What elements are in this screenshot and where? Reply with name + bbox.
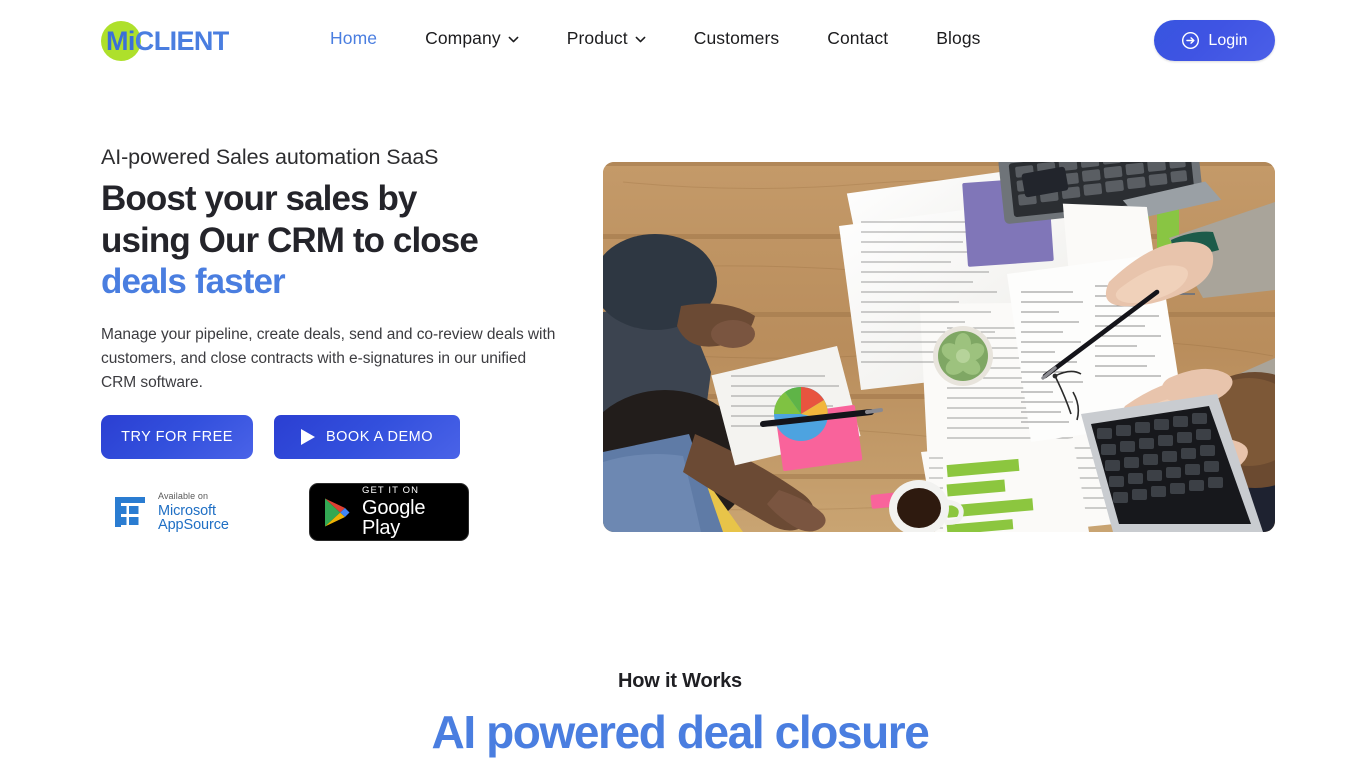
chevron-down-icon xyxy=(635,34,646,45)
book-a-demo-label: BOOK A DEMO xyxy=(325,429,434,445)
nav-label-home: Home xyxy=(330,28,378,48)
hero-copy: AI-powered Sales automation SaaS Boost y… xyxy=(101,142,571,395)
hero-image xyxy=(603,162,1275,532)
google-play-badge[interactable]: GET IT ON Google Play xyxy=(309,483,469,541)
google-play-badge-name: Google Play xyxy=(362,496,426,539)
logo[interactable]: MiCLIENT xyxy=(101,20,229,62)
nav-label-company: Company xyxy=(425,28,501,48)
nav-label-customers: Customers xyxy=(693,28,780,48)
nav-item-company[interactable]: Company xyxy=(425,24,519,53)
main-navigation: Home Company Product Customers Contact B… xyxy=(330,24,981,53)
login-button[interactable]: Login xyxy=(1154,20,1275,61)
google-play-badge-text: GET IT ON Google Play xyxy=(362,486,455,538)
google-play-badge-small: GET IT ON xyxy=(362,485,420,497)
google-play-icon xyxy=(323,497,351,528)
hero-subtext: Manage your pipeline, create deals, send… xyxy=(101,325,556,391)
microsoft-badge-name: Microsoft AppSource xyxy=(158,502,229,533)
nav-label-contact: Contact xyxy=(827,28,889,48)
nav-item-blogs[interactable]: Blogs xyxy=(936,24,980,53)
hero-headline-line1: Boost your sales by xyxy=(101,179,417,218)
hero-headline: Boost your sales by using Our CRM to clo… xyxy=(101,178,571,303)
nav-label-blogs: Blogs xyxy=(936,28,981,48)
chevron-down-icon xyxy=(508,34,519,45)
nav-item-customers[interactable]: Customers xyxy=(694,24,780,53)
site-header: MiCLIENT Home Company Product Customers … xyxy=(0,0,1360,80)
nav-item-contact[interactable]: Contact xyxy=(827,24,888,53)
hero-headline-accent: deals faster xyxy=(101,262,286,301)
login-button-label: Login xyxy=(1208,31,1248,49)
microsoft-badge-text: Available on Microsoft AppSource xyxy=(158,490,273,533)
how-it-works-section: How it Works AI powered deal closure xyxy=(0,665,1360,760)
logo-text: MiCLIENT xyxy=(101,20,229,62)
hero-cta-row: TRY FOR FREE BOOK A DEMO xyxy=(101,415,460,459)
how-it-works-label: How it Works xyxy=(618,670,742,692)
app-store-badges: Available on Microsoft AppSource GET IT … xyxy=(101,483,469,541)
nav-label-product: Product xyxy=(566,28,628,48)
how-it-works-title: AI powered deal closure xyxy=(431,706,930,758)
nav-item-home[interactable]: Home xyxy=(330,24,377,53)
book-a-demo-button[interactable]: BOOK A DEMO xyxy=(274,415,460,459)
logo-text-client: CLIENT xyxy=(134,26,230,56)
microsoft-badge-small: Available on xyxy=(158,490,209,501)
try-for-free-label: TRY FOR FREE xyxy=(121,429,233,445)
nav-item-product[interactable]: Product xyxy=(567,24,646,53)
logo-text-mi: Mi xyxy=(106,26,135,56)
try-for-free-button[interactable]: TRY FOR FREE xyxy=(101,415,253,459)
microsoft-grid-icon xyxy=(113,495,147,529)
microsoft-appsource-badge[interactable]: Available on Microsoft AppSource xyxy=(101,486,285,538)
hero-image-illustration xyxy=(603,162,1275,532)
arrow-right-circle-icon xyxy=(1181,31,1200,50)
hero-eyebrow: AI-powered Sales automation SaaS xyxy=(101,145,439,169)
hero-headline-line2: using Our CRM to close xyxy=(101,220,479,260)
play-icon xyxy=(300,429,315,445)
